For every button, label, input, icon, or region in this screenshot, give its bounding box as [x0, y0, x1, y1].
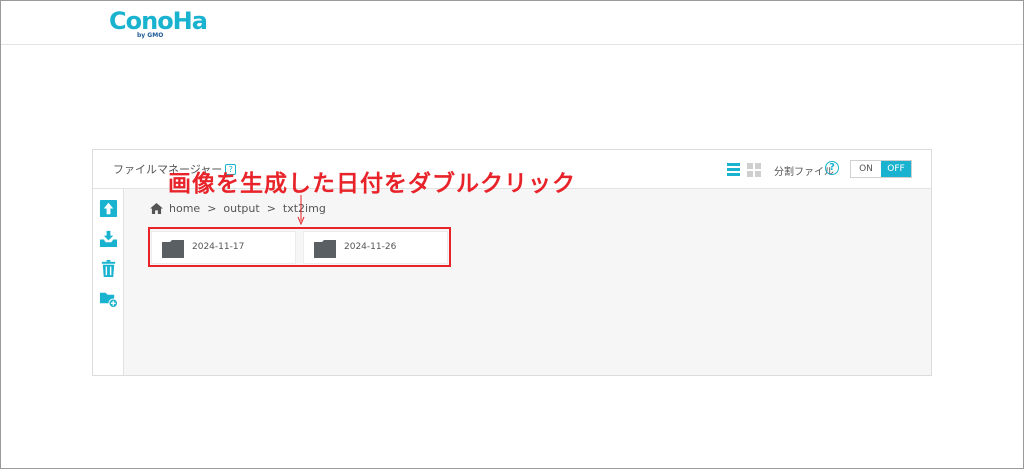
conoha-logo[interactable]: ConoHa — [109, 7, 208, 35]
action-sidebar — [93, 189, 124, 375]
home-icon[interactable] — [150, 203, 163, 214]
annotation-label: 画像を生成した日付をダブルクリック — [168, 171, 576, 197]
annotation-highlight-box — [148, 227, 451, 267]
breadcrumb-output[interactable]: output — [223, 202, 259, 215]
split-file-toggle[interactable]: ON OFF — [850, 160, 912, 178]
grid-view-icon[interactable] — [747, 163, 761, 177]
top-header: ConoHa by GMO — [1, 1, 1023, 45]
download-icon[interactable] — [99, 229, 118, 248]
file-list-area: home > output > txt2img 2024-11-17 2024-… — [124, 189, 931, 375]
upload-icon[interactable] — [99, 199, 118, 218]
list-view-icon[interactable] — [727, 163, 740, 176]
breadcrumb-home[interactable]: home — [169, 202, 200, 215]
trash-icon[interactable] — [99, 259, 118, 278]
toggle-off-option[interactable]: OFF — [881, 161, 911, 177]
breadcrumb-separator: > — [207, 202, 217, 215]
logo-byline: by GMO — [137, 32, 164, 39]
annotation-arrow — [297, 195, 305, 225]
toggle-on-option[interactable]: ON — [851, 161, 881, 177]
split-help-icon[interactable]: ? — [825, 161, 839, 175]
breadcrumb-separator: > — [266, 202, 276, 215]
folder-add-icon[interactable] — [99, 289, 118, 308]
